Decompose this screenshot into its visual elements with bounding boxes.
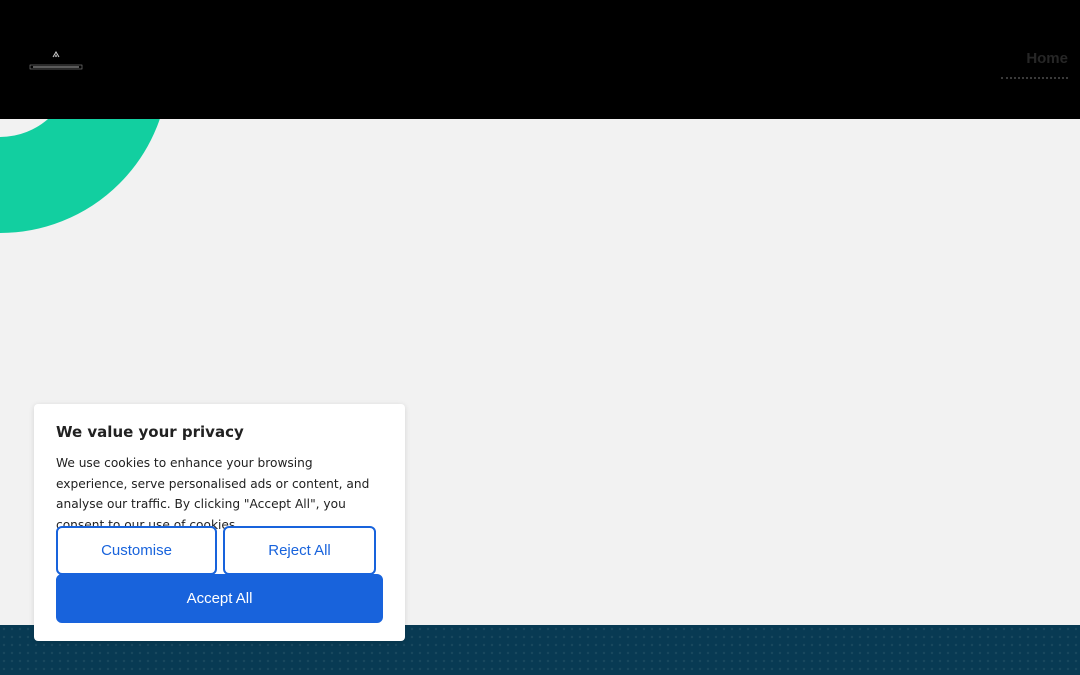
hero-accent-ring [0, 119, 180, 249]
accent-ring-shape [0, 119, 160, 233]
customise-button[interactable]: Customise [56, 526, 217, 575]
accept-all-button[interactable]: Accept All [56, 574, 383, 623]
brand-logo[interactable] [28, 50, 84, 72]
cookie-banner-title: We value your privacy [56, 423, 244, 441]
nav-home-link[interactable]: Home [1001, 50, 1068, 79]
reject-all-button[interactable]: Reject All [223, 526, 376, 575]
brand-logo-icon [29, 51, 83, 70]
site-header: Home [0, 0, 1080, 119]
cookie-consent-banner: We value your privacy We use cookies to … [34, 404, 405, 641]
cookie-banner-description: We use cookies to enhance your browsing … [56, 456, 370, 532]
